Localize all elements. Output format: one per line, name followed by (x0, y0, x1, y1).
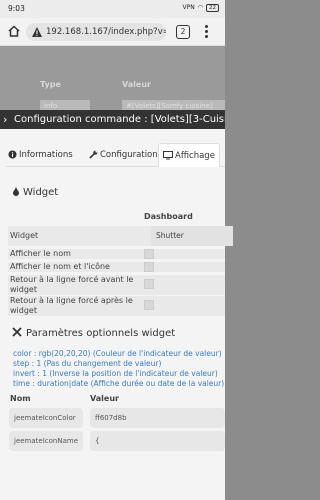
show-name-checkbox[interactable] (144, 249, 154, 259)
status-icons: VPN ◠ 22 (183, 4, 219, 12)
settings-row-label: Retour à la ligne forcé avant le widget (10, 275, 134, 294)
bg-col-type: Type (40, 80, 61, 89)
home-icon[interactable] (7, 24, 21, 38)
param-value-input[interactable]: ff607d8b (90, 408, 225, 428)
settings-row: Retour à la ligne forcé avant le widget (8, 275, 225, 295)
url-text: 192.168.1.167/index.php?v=c (46, 27, 166, 37)
settings-row: Retour à la ligne forcé après le widget (8, 296, 225, 316)
tab-configuration[interactable]: Configuration (89, 143, 158, 167)
battery-icon: 22 (206, 4, 219, 12)
col-nom-header: Nom (10, 394, 31, 403)
show-name-icon-checkbox[interactable] (144, 262, 154, 272)
tab-switcher-button[interactable]: 2 (176, 25, 190, 39)
params-section-title: Paramètres optionnels widget (12, 327, 175, 339)
dialog-title-bar[interactable]: › Configuration commande : [Volets][3-Cu… (0, 110, 225, 129)
bg-col-valeur: Valeur (122, 80, 151, 89)
tab-informations[interactable]: Informations (8, 143, 73, 167)
tab-affichage[interactable]: Affichage (158, 143, 220, 167)
param-line: time : duration|date (Affiche durée ou d… (13, 379, 225, 388)
widget-row-label: Widget (10, 231, 39, 240)
param-line: invert : 1 (Inverse la position de l'ind… (13, 369, 218, 378)
wifi-icon: ◠ (197, 4, 203, 11)
chevron-right-icon: › (3, 113, 8, 126)
settings-row-label: Afficher le nom (10, 249, 71, 258)
monitor-icon (163, 151, 173, 160)
col-valeur-header: Valeur (90, 394, 119, 403)
param-name-input[interactable]: jeemateIconColor (9, 408, 83, 428)
status-bar: 9:03 VPN ◠ 22 (0, 0, 225, 18)
param-line: color : rgb(20,20,20) (Couleur de l'indi… (13, 349, 222, 358)
settings-row: Afficher le nom (8, 249, 225, 259)
droplet-icon (13, 186, 19, 196)
dialog-tabs: Informations Configuration Affichage (6, 143, 225, 167)
vpn-icon: VPN (182, 4, 195, 11)
settings-row: Afficher le nom et l'icône (8, 262, 225, 272)
info-circle-icon (8, 150, 17, 159)
param-line: step : 1 (Pas du changement de valeur) (13, 359, 162, 368)
settings-row-label: Retour à la ligne forcé après le widget (10, 296, 133, 315)
dashboard-header: Dashboard (144, 212, 193, 221)
param-value-input[interactable]: { (90, 431, 225, 451)
widget-row: Widget Shutter (8, 226, 233, 246)
widget-select[interactable]: Shutter (151, 226, 233, 246)
not-secure-warning-icon[interactable] (31, 26, 43, 38)
settings-row-label: Afficher le nom et l'icône (10, 262, 110, 271)
break-after-checkbox[interactable] (144, 300, 154, 310)
wrench-icon (89, 150, 98, 159)
tools-icon (12, 327, 22, 337)
browser-toolbar: 192.168.1.167/index.php?v=c 2 (0, 18, 225, 46)
param-name-input[interactable]: jeemateIconName (9, 431, 83, 451)
command-config-dialog: › Configuration commande : [Volets][3-Cu… (0, 110, 233, 500)
widget-section-title: Widget (12, 186, 58, 198)
more-menu-icon[interactable] (203, 24, 209, 40)
clock: 9:03 (8, 4, 25, 13)
dialog-title: Configuration commande : [Volets][3-Cuis… (14, 114, 225, 125)
break-before-checkbox[interactable] (144, 279, 154, 289)
address-bar[interactable]: 192.168.1.167/index.php?v=c (26, 23, 166, 41)
